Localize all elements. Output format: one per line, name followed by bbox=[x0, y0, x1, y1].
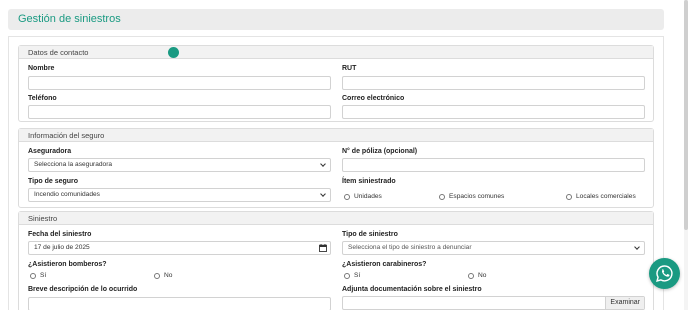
attachment-label: Adjunta documentación sobre el siniestro bbox=[342, 286, 482, 293]
whatsapp-button[interactable] bbox=[649, 258, 680, 289]
radio-commercial[interactable] bbox=[566, 193, 572, 200]
police-yes-label: Sí bbox=[354, 272, 361, 279]
radio-police-yes[interactable] bbox=[344, 272, 350, 279]
description-textarea[interactable] bbox=[28, 297, 331, 310]
calendar-icon[interactable] bbox=[319, 244, 327, 252]
contact-section-heading: Datos de contacto bbox=[19, 46, 653, 59]
email-input[interactable] bbox=[342, 105, 645, 119]
radio-units[interactable] bbox=[344, 193, 350, 200]
claim-section: Siniestro Fecha del siniestro 17 de juli… bbox=[18, 211, 654, 310]
police-yes[interactable]: Sí bbox=[344, 272, 360, 279]
radio-police-no[interactable] bbox=[468, 272, 474, 279]
policy-label: N° de póliza (opcional) bbox=[342, 148, 418, 155]
item-option-common-areas[interactable]: Espacios comunes bbox=[439, 193, 504, 200]
email-label: Correo electrónico bbox=[342, 95, 405, 102]
police-no-label: No bbox=[478, 272, 487, 279]
item-option-units-label: Unidades bbox=[354, 193, 382, 200]
insurer-label: Aseguradora bbox=[28, 148, 72, 155]
firefighters-no-label: No bbox=[164, 272, 173, 279]
insurance-type-select[interactable]: Incendio comunidades bbox=[28, 188, 331, 202]
claim-type-label: Tipo de siniestro bbox=[342, 231, 398, 238]
claim-date-input[interactable]: 17 de julio de 2025 bbox=[28, 241, 331, 255]
browse-button[interactable]: Examinar bbox=[605, 297, 644, 309]
rut-label: RUT bbox=[342, 65, 357, 72]
whatsapp-icon bbox=[656, 265, 673, 282]
firefighters-yes[interactable]: Sí bbox=[30, 272, 46, 279]
item-option-commercial[interactable]: Locales comerciales bbox=[566, 193, 636, 200]
insurance-section: Información del seguro Aseguradora Selec… bbox=[18, 128, 654, 208]
scrollbar[interactable] bbox=[684, 0, 688, 310]
policy-input[interactable] bbox=[342, 158, 645, 172]
radio-firefighters-yes[interactable] bbox=[30, 272, 36, 279]
rut-input[interactable] bbox=[342, 76, 645, 90]
insurer-select[interactable]: Selecciona la aseguradora bbox=[28, 158, 331, 172]
claim-type-select[interactable]: Selecciona el tipo de siniestro a denunc… bbox=[342, 241, 645, 255]
police-label: ¿Asistieron carabineros? bbox=[342, 261, 427, 268]
phone-input[interactable] bbox=[28, 105, 331, 119]
page-title: Gestión de siniestros bbox=[18, 13, 121, 25]
item-option-units[interactable]: Unidades bbox=[344, 193, 382, 200]
radio-common-areas[interactable] bbox=[439, 193, 445, 200]
damaged-item-label: Ítem siniestrado bbox=[342, 178, 396, 185]
radio-firefighters-no[interactable] bbox=[154, 272, 160, 279]
firefighters-no[interactable]: No bbox=[154, 272, 172, 279]
name-label: Nombre bbox=[28, 65, 55, 72]
insurance-type-label: Tipo de seguro bbox=[28, 178, 79, 185]
insurance-section-heading: Información del seguro bbox=[19, 129, 653, 142]
description-label: Breve descripción de lo ocurrido bbox=[28, 286, 138, 293]
contact-section: Datos de contacto Nombre RUT Teléfono Co… bbox=[18, 45, 654, 122]
page-header: Gestión de siniestros bbox=[8, 9, 664, 30]
firefighters-yes-label: Sí bbox=[40, 272, 47, 279]
name-input[interactable] bbox=[28, 76, 331, 90]
scrollbar-thumb[interactable] bbox=[684, 0, 688, 230]
police-no[interactable]: No bbox=[468, 272, 486, 279]
attachment-file-input[interactable]: Examinar bbox=[342, 296, 645, 310]
phone-label: Teléfono bbox=[28, 95, 57, 102]
claim-date-value: 17 de julio de 2025 bbox=[34, 244, 90, 251]
item-option-commercial-label: Locales comerciales bbox=[576, 193, 636, 200]
item-option-common-areas-label: Espacios comunes bbox=[449, 193, 505, 200]
claim-date-label: Fecha del siniestro bbox=[28, 231, 92, 238]
status-dot bbox=[168, 47, 179, 58]
firefighters-label: ¿Asistieron bomberos? bbox=[28, 261, 107, 268]
claim-section-heading: Siniestro bbox=[19, 212, 653, 225]
